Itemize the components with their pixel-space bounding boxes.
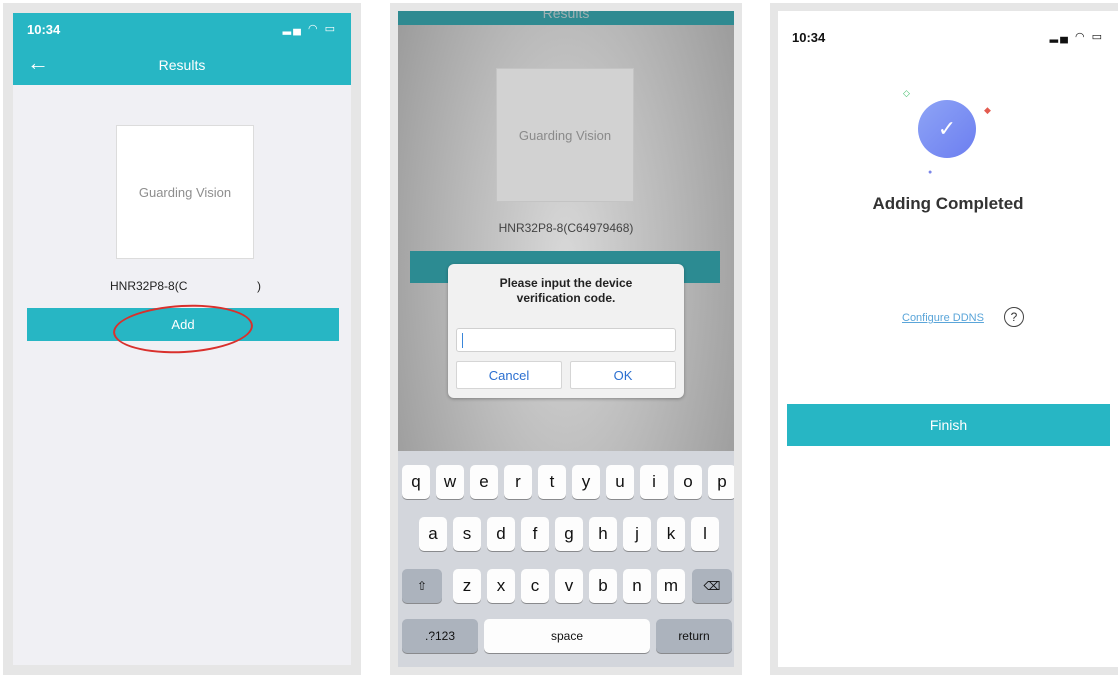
shift-key[interactable]: ⇧: [402, 569, 442, 603]
device-logo-card: Guarding Vision: [116, 125, 254, 259]
confetti-diamond-icon: ◆: [984, 105, 991, 115]
key-o[interactable]: o: [674, 465, 702, 499]
key-d[interactable]: d: [487, 517, 515, 551]
screen-adding-completed: 10:34 ▂▄ ◠ ▭ ◇ ◆ ● ✓ Adding Completed Co…: [770, 3, 1118, 675]
key-j[interactable]: j: [623, 517, 651, 551]
key-h[interactable]: h: [589, 517, 617, 551]
key-x[interactable]: x: [487, 569, 515, 603]
key-m[interactable]: m: [657, 569, 685, 603]
key-a[interactable]: a: [419, 517, 447, 551]
key-r[interactable]: r: [504, 465, 532, 499]
confetti-dot-icon: ●: [928, 169, 933, 176]
completed-screen-content: 10:34 ▂▄ ◠ ▭ ◇ ◆ ● ✓ Adding Completed Co…: [778, 11, 1118, 667]
header-bar: 10:34 ▂▄ ◠ ▭ ← Results: [13, 13, 351, 85]
key-p[interactable]: p: [708, 465, 734, 499]
status-time: 10:34: [792, 30, 826, 45]
header-bar-dimmed: Results: [398, 11, 734, 25]
key-q[interactable]: q: [402, 465, 430, 499]
device-serial-label: HNR32P8-8(C: [110, 279, 188, 293]
screen-verification: Results Guarding Vision HNR32P8-8(C64979…: [390, 3, 742, 675]
success-check-icon: ✓: [918, 100, 976, 158]
verification-screen-content: Results Guarding Vision HNR32P8-8(C64979…: [398, 11, 734, 667]
help-icon[interactable]: ?: [1004, 307, 1024, 327]
key-t[interactable]: t: [538, 465, 566, 499]
space-key[interactable]: space: [484, 619, 650, 653]
device-logo-text: Guarding Vision: [138, 184, 232, 200]
key-c[interactable]: c: [521, 569, 549, 603]
dialog-message: Please input the device verification cod…: [499, 276, 633, 305]
confetti-diamond-icon: ◇: [903, 88, 910, 98]
status-bar: 10:34 ▂▄ ◠ ▭: [13, 13, 351, 43]
checkmark-glyph: ✓: [937, 116, 957, 141]
signal-wifi-battery-icon: ▂▄ ◠ ▭: [282, 23, 337, 35]
numbers-key[interactable]: .?123: [402, 619, 478, 653]
screen-results: 10:34 ▂▄ ◠ ▭ ← Results Guarding Vision H…: [3, 3, 361, 675]
completed-title: Adding Completed: [872, 194, 1024, 213]
device-serial-label-end: ): [257, 279, 261, 293]
key-n[interactable]: n: [623, 569, 651, 603]
device-logo-text: Guarding Vision: [518, 127, 612, 143]
return-key[interactable]: return: [656, 619, 732, 653]
finish-button[interactable]: Finish: [787, 404, 1110, 446]
device-logo-card: Guarding Vision: [496, 68, 634, 202]
key-u[interactable]: u: [606, 465, 634, 499]
key-z[interactable]: z: [453, 569, 481, 603]
device-serial-label: HNR32P8-8(C64979468): [498, 221, 634, 235]
key-v[interactable]: v: [555, 569, 583, 603]
backspace-key[interactable]: ⌫: [692, 569, 732, 603]
key-i[interactable]: i: [640, 465, 668, 499]
verification-code-input[interactable]: [456, 328, 676, 352]
key-s[interactable]: s: [453, 517, 481, 551]
cancel-button[interactable]: Cancel: [456, 361, 562, 389]
page-title: Results: [158, 57, 206, 73]
key-k[interactable]: k: [657, 517, 685, 551]
status-time: 10:34: [27, 22, 61, 37]
page-title: Results: [542, 11, 590, 21]
key-e[interactable]: e: [470, 465, 498, 499]
key-y[interactable]: y: [572, 465, 600, 499]
signal-wifi-battery-icon: ▂▄ ◠ ▭: [1049, 31, 1104, 43]
text-caret: [462, 333, 463, 348]
results-screen-content: 10:34 ▂▄ ◠ ▭ ← Results Guarding Vision H…: [13, 13, 351, 665]
key-b[interactable]: b: [589, 569, 617, 603]
ok-button[interactable]: OK: [570, 361, 676, 389]
key-w[interactable]: w: [436, 465, 464, 499]
verification-dialog: Please input the device verification cod…: [448, 264, 684, 398]
key-g[interactable]: g: [555, 517, 583, 551]
key-l[interactable]: l: [691, 517, 719, 551]
key-f[interactable]: f: [521, 517, 549, 551]
on-screen-keyboard: q w e r t y u i o p a s d f g h j k l ⇧ z x c v b n m ⌫ .?123 space re…: [398, 451, 734, 667]
configure-ddns-link[interactable]: Configure DDNS: [902, 312, 984, 324]
